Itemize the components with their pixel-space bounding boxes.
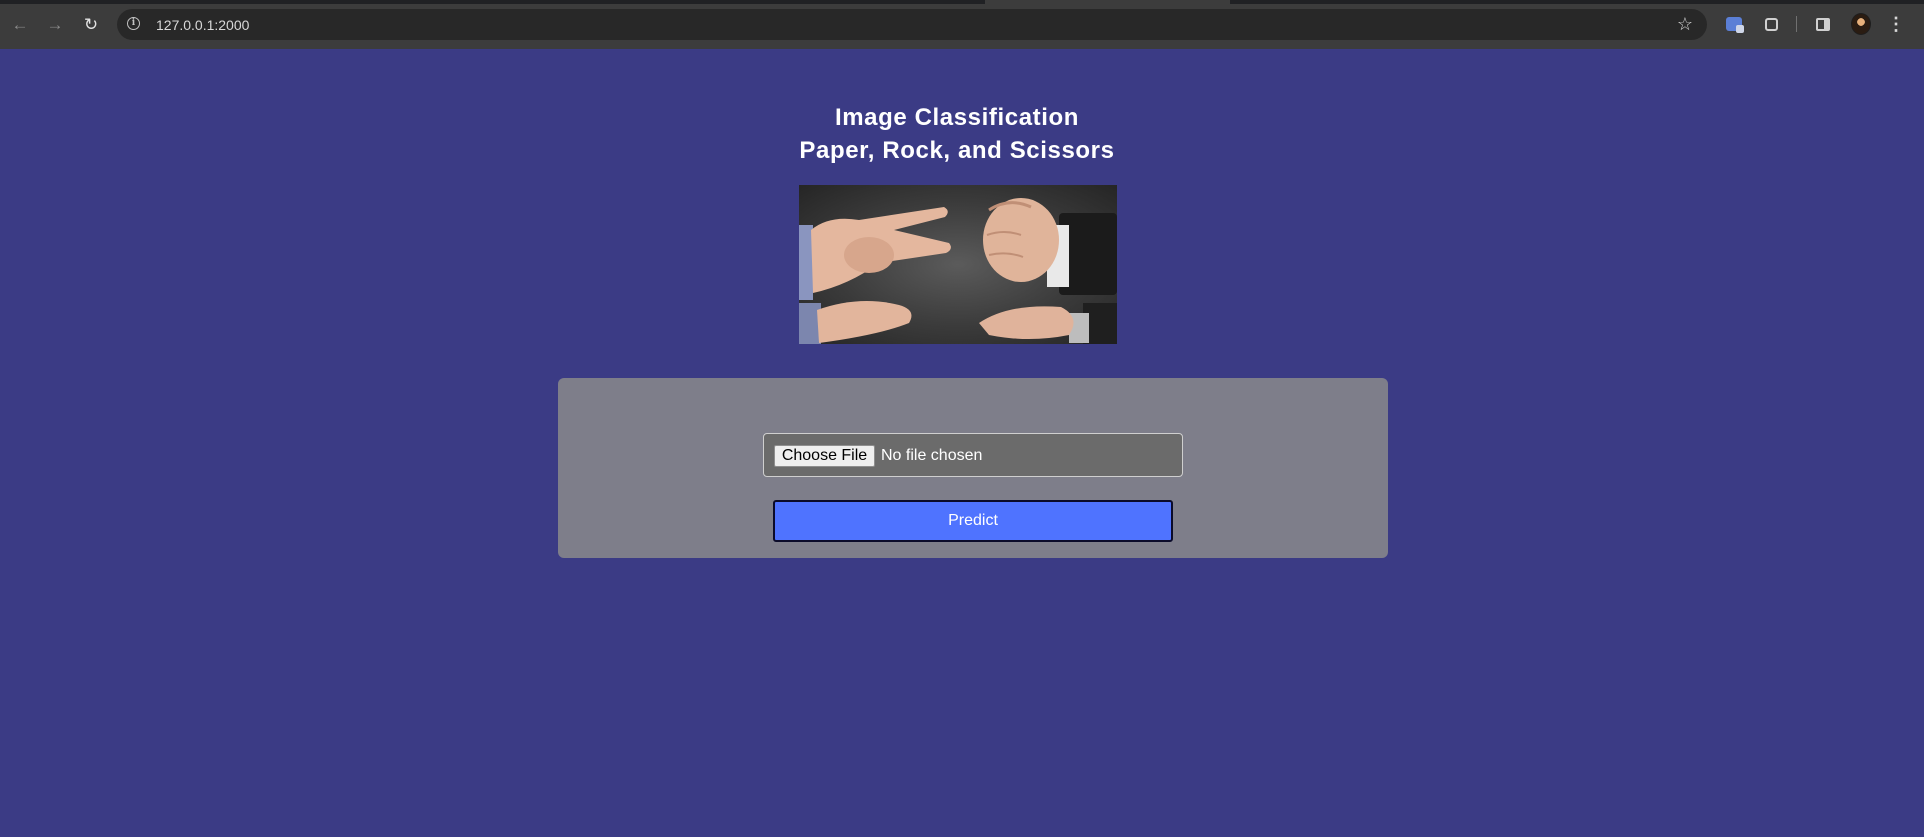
puzzle-icon xyxy=(1764,17,1778,31)
tab-strip xyxy=(0,0,1924,4)
back-arrow-icon: ← xyxy=(11,14,29,34)
site-info-icon[interactable]: i xyxy=(127,17,140,30)
profile-button[interactable] xyxy=(1851,13,1871,35)
url-text[interactable]: 127.0.0.1:2000 xyxy=(156,17,249,33)
reload-button[interactable]: ↻ xyxy=(79,12,103,36)
rock-paper-scissors-image xyxy=(799,185,1117,344)
browser-toolbar: ← → ↻ i 127.0.0.1:2000 ☆ ⋮ xyxy=(0,0,1924,49)
back-button[interactable]: ← xyxy=(8,12,32,36)
choose-file-button[interactable]: Choose File xyxy=(774,445,875,467)
bookmark-star-icon[interactable]: ☆ xyxy=(1677,14,1693,34)
file-input[interactable]: Choose File No file chosen xyxy=(763,433,1183,477)
upload-card: Choose File No file chosen Predict xyxy=(558,378,1388,558)
extensions-button[interactable] xyxy=(1761,14,1781,34)
reload-icon: ↻ xyxy=(83,14,99,34)
translate-extension-button[interactable] xyxy=(1724,14,1744,34)
forward-button[interactable]: → xyxy=(43,12,67,36)
browser-menu-button[interactable]: ⋮ xyxy=(1886,14,1906,34)
tab-indicator xyxy=(985,0,1230,4)
address-bar[interactable]: i 127.0.0.1:2000 ☆ xyxy=(117,9,1707,40)
rock-fist xyxy=(983,198,1117,295)
shirt-cuff-left xyxy=(799,225,813,300)
predict-button[interactable]: Predict xyxy=(773,500,1173,542)
page-title: Image Classification Paper, Rock, and Sc… xyxy=(0,101,1914,167)
paper-hand-right xyxy=(979,303,1117,344)
scissors-hand xyxy=(811,207,951,293)
file-status-text: No file chosen xyxy=(881,447,983,464)
paper-hand-left xyxy=(799,301,912,344)
kebab-menu-icon: ⋮ xyxy=(1887,14,1905,34)
side-panel-icon xyxy=(1816,17,1830,31)
translate-icon xyxy=(1726,17,1744,33)
title-line-2: Paper, Rock, and Scissors xyxy=(799,137,1115,164)
side-panel-button[interactable] xyxy=(1813,14,1833,34)
toolbar-divider xyxy=(1796,16,1797,32)
title-line-1: Image Classification xyxy=(834,104,1080,131)
avatar xyxy=(1851,13,1871,35)
forward-arrow-icon: → xyxy=(46,14,64,34)
hands-illustration xyxy=(799,198,1117,344)
